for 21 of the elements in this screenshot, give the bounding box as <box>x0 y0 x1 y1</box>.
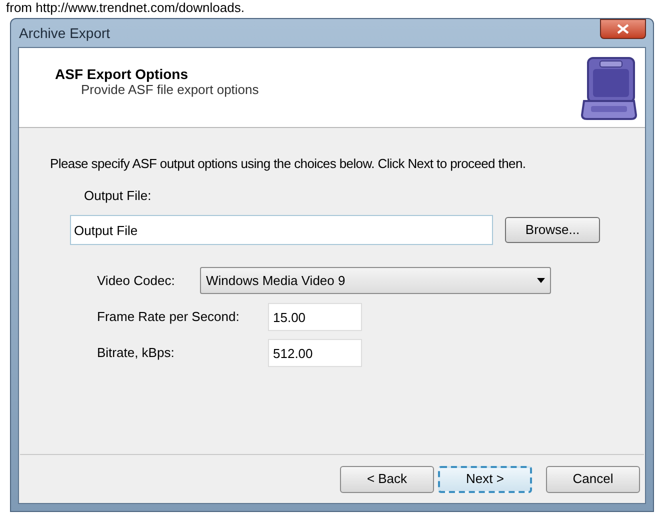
wizard-button[interactable]: Cancel <box>546 466 640 492</box>
video-codec-label: Video Codec: <box>97 272 176 290</box>
window-title: Archive Export <box>18 24 110 43</box>
frame-rate-label: Frame Rate per Second: <box>97 308 240 326</box>
wizard-button[interactable]: < Back <box>340 466 434 492</box>
browse-button[interactable]: Browse... <box>505 217 600 243</box>
dropdown-arrow-icon <box>537 278 545 283</box>
wizard-button[interactable]: Next > <box>438 466 532 492</box>
case-icon <box>581 55 637 121</box>
output-file-field[interactable]: Output File <box>70 215 493 245</box>
header-title: ASF Export Options <box>55 66 189 82</box>
header-subtitle: Provide ASF file export options <box>80 82 259 98</box>
close-icon <box>617 24 629 34</box>
instructions-text: Please specify ASF output options using the choices below. Click Next to proceed then. <box>49 155 527 173</box>
output-file-label: Output File: <box>83 186 152 205</box>
bitrate-label: Bitrate, kBps: <box>97 344 176 362</box>
close-button[interactable] <box>600 19 646 39</box>
caption-text: from http://www.trendnet.com/downloads. <box>5 0 246 16</box>
video-codec-dropdown[interactable]: Windows Media Video 9 <box>200 267 551 294</box>
bitrate-field[interactable]: 512.00 <box>268 339 362 367</box>
frame-rate-field[interactable]: 15.00 <box>268 303 362 331</box>
